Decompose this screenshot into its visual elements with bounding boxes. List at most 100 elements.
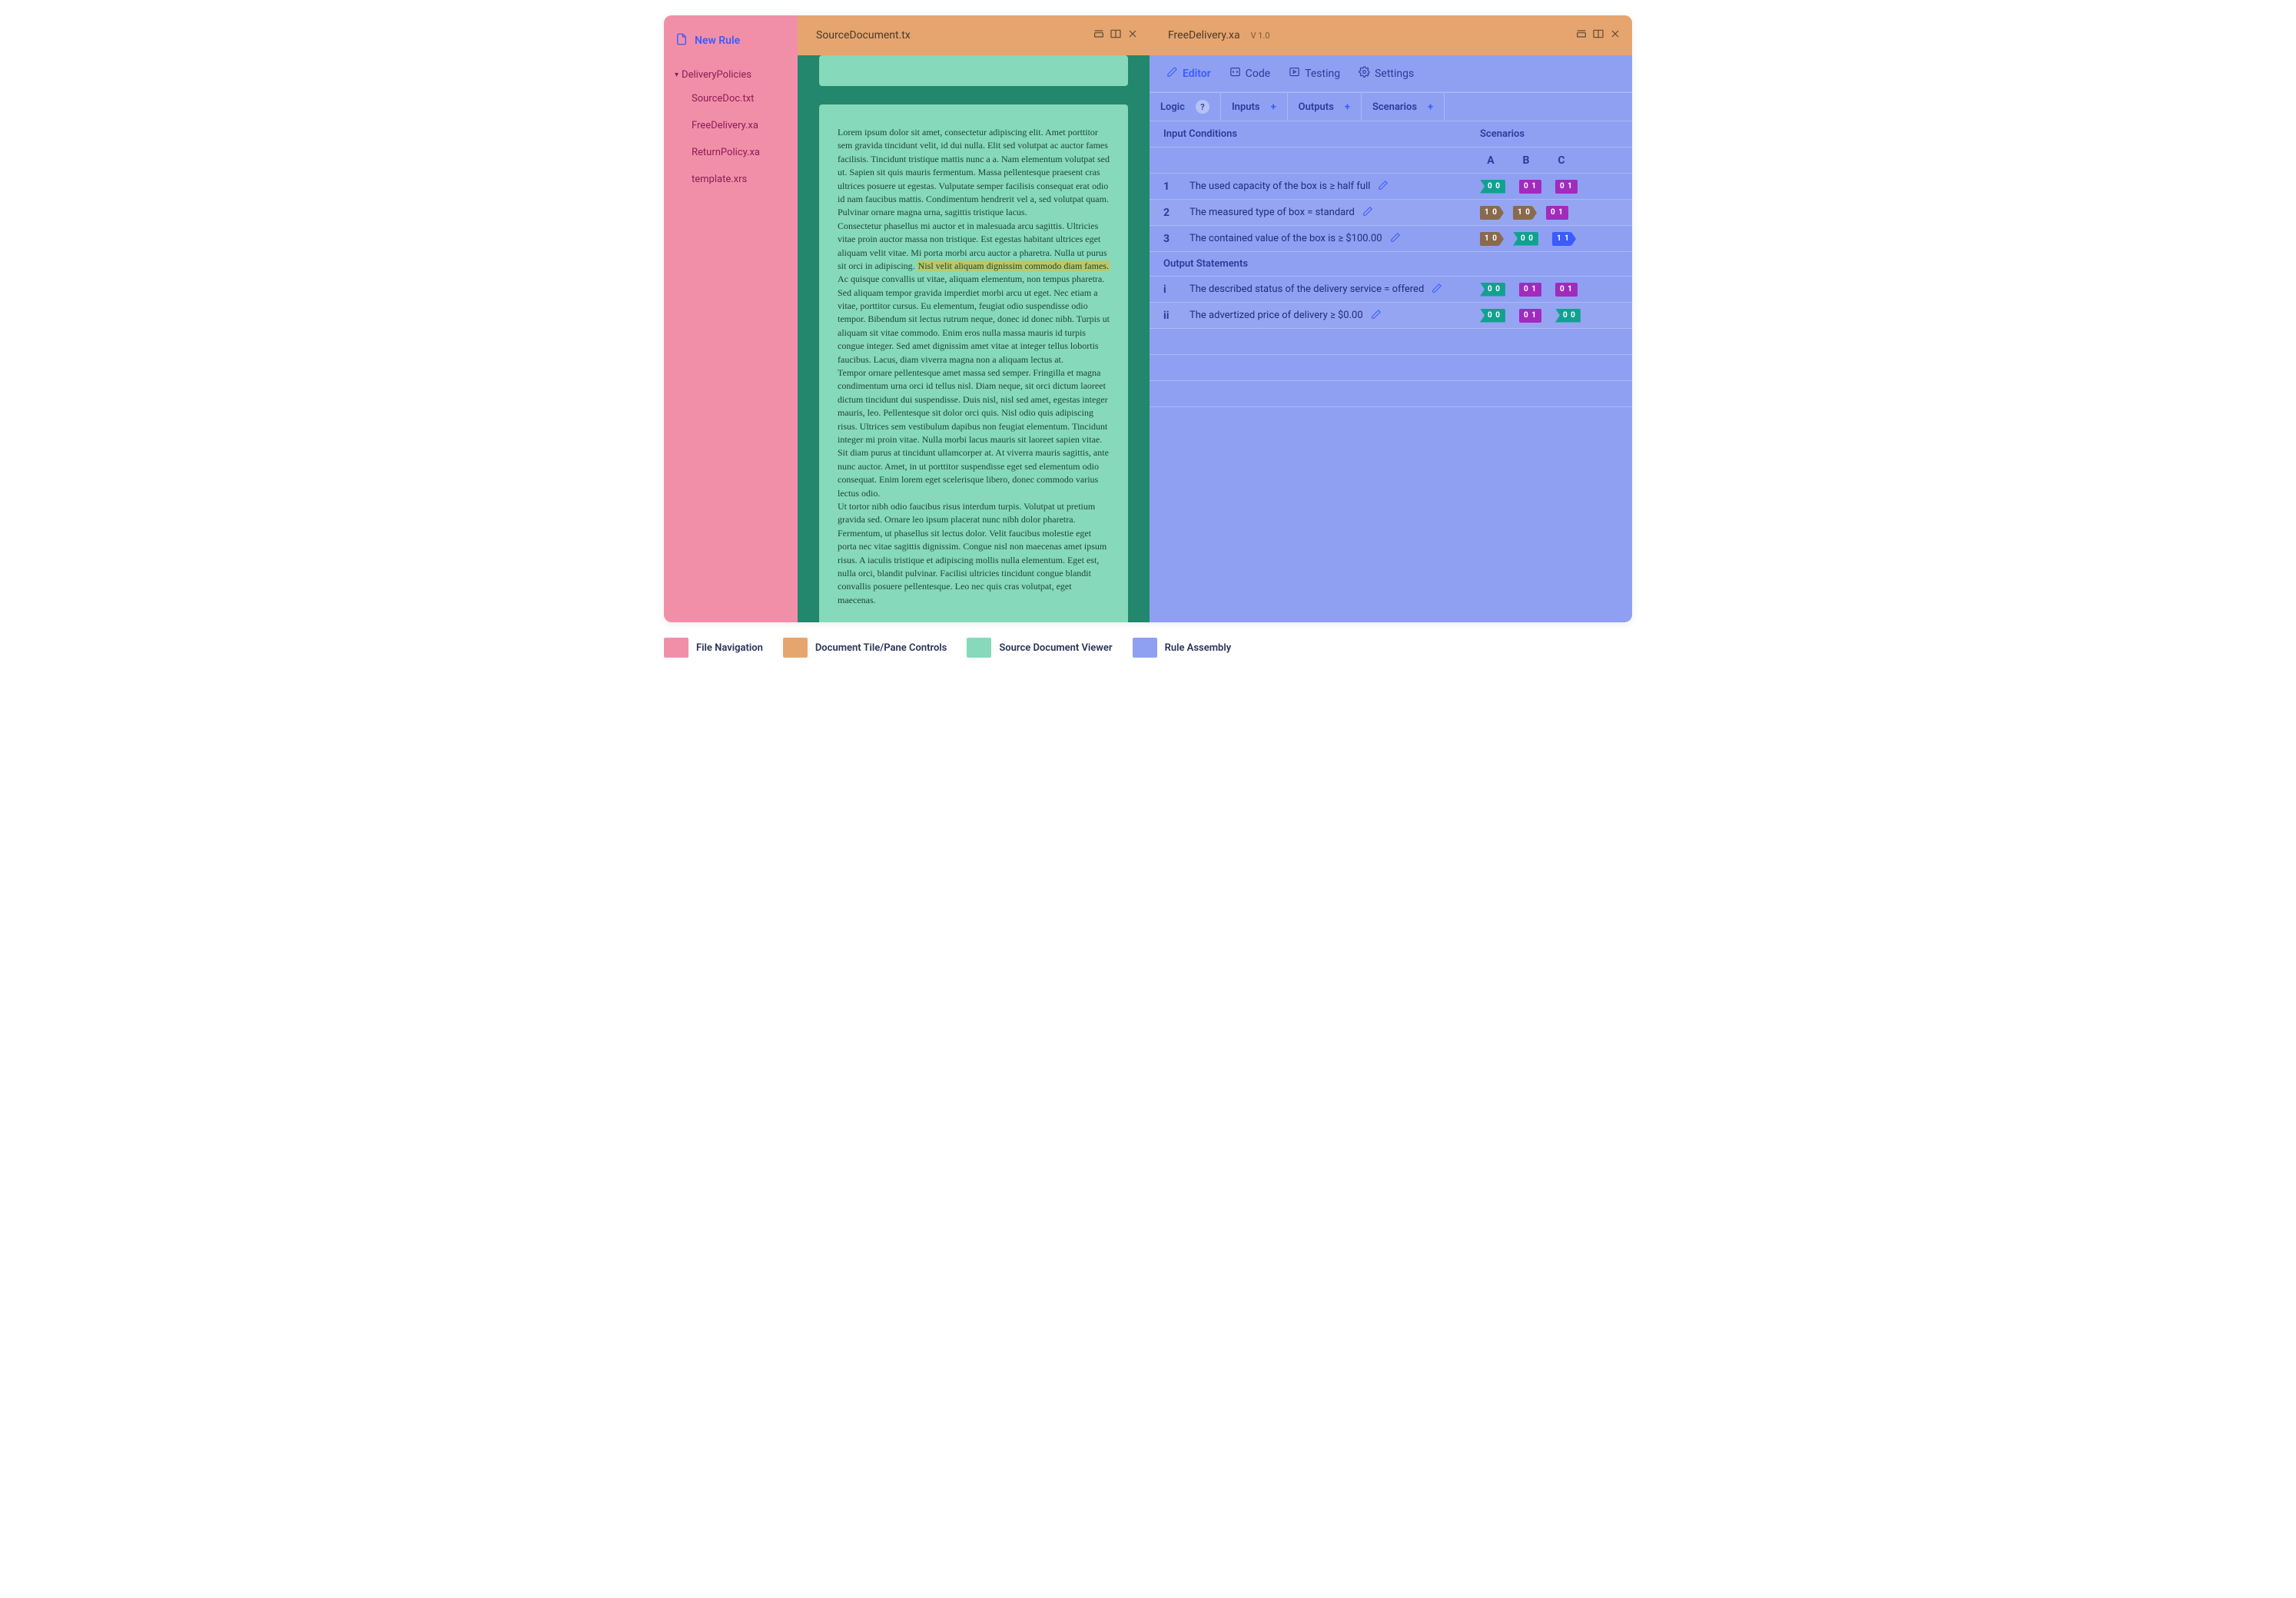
add-scenario-button[interactable]: + (1428, 101, 1433, 113)
minimize-icon[interactable] (1093, 28, 1105, 43)
split-icon[interactable] (1110, 28, 1122, 43)
section-inputs[interactable]: Inputs + (1221, 93, 1288, 121)
scenario-chip[interactable]: 0 1 (1519, 309, 1541, 323)
legend-item: Source Document Viewer (967, 638, 1112, 658)
close-icon[interactable] (1609, 28, 1621, 43)
folder-children: SourceDoc.txt FreeDelivery.xa ReturnPoli… (675, 85, 787, 193)
split-icon[interactable] (1592, 28, 1604, 43)
tab-settings[interactable]: Settings (1359, 63, 1414, 84)
scenario-chip[interactable]: 0 0 (1513, 232, 1538, 246)
doc-paragraph: Consectetur phasellus mi auctor et in ma… (838, 220, 1110, 366)
add-output-button[interactable]: + (1345, 101, 1350, 113)
scenario-chip[interactable]: 1 0 (1513, 206, 1532, 220)
play-icon (1289, 66, 1300, 81)
doc-pane-header: SourceDocument.tx (798, 15, 1150, 55)
folder-delivery-policies[interactable]: ▾ DeliveryPolicies (675, 65, 787, 85)
minimize-icon[interactable] (1575, 28, 1588, 43)
pencil-icon[interactable] (1432, 283, 1442, 297)
source-document-pane: SourceDocument.tx Lorem ipsum dolor sit … (798, 15, 1150, 622)
scenario-chip[interactable]: 1 1 (1552, 232, 1571, 246)
pencil-icon[interactable] (1378, 180, 1389, 194)
pencil-icon[interactable] (1362, 206, 1373, 220)
new-rule-icon (675, 32, 688, 49)
legend-label: Rule Assembly (1165, 642, 1232, 654)
scenario-chip[interactable]: 0 0 (1555, 309, 1581, 323)
doc-page-peek (819, 55, 1128, 86)
section-scenarios[interactable]: Scenarios + (1362, 93, 1445, 121)
tab-editor[interactable]: Editor (1166, 63, 1211, 84)
scenarios-label: Scenarios (1465, 128, 1618, 140)
row-text: The used capacity of the box is ≥ half f… (1189, 180, 1465, 194)
input-rows: 1The used capacity of the box is ≥ half … (1150, 174, 1632, 252)
table-row: 3The contained value of the box is ≥ $10… (1150, 226, 1632, 252)
table-row: 2The measured type of box = standard1 01… (1150, 200, 1632, 226)
scenario-cells: 1 0 0 0 1 1 (1465, 232, 1618, 246)
pencil-icon (1166, 66, 1178, 81)
table-row: 1The used capacity of the box is ≥ half … (1150, 174, 1632, 200)
empty-row (1150, 381, 1632, 407)
scenario-chip[interactable]: 0 1 (1519, 180, 1541, 194)
legend-swatch (664, 638, 688, 658)
doc-title: SourceDocument.tx (816, 29, 1093, 41)
output-rows: iThe described status of the delivery se… (1150, 277, 1632, 329)
legend-swatch (967, 638, 991, 658)
doc-paragraph: Ut tortor nibh odio faucibus risus inter… (838, 500, 1110, 607)
rule-version: V 1.0 (1251, 31, 1270, 41)
file-sourcedoc[interactable]: SourceDoc.txt (692, 85, 787, 112)
table-header-inputs: Input Conditions Scenarios (1150, 121, 1632, 148)
section-outputs[interactable]: Outputs + (1288, 93, 1362, 121)
scenario-cells: 0 0 0 1 0 1 (1465, 283, 1618, 297)
add-input-button[interactable]: + (1271, 101, 1276, 113)
scenario-chip[interactable]: 0 0 (1480, 309, 1505, 323)
legend-label: File Navigation (696, 642, 763, 654)
scenario-chip[interactable]: 0 0 (1480, 180, 1505, 194)
row-index: i (1163, 283, 1189, 296)
output-statements-label: Output Statements (1150, 252, 1632, 277)
new-rule-button[interactable]: New Rule (664, 32, 798, 60)
scenario-cells: 0 0 0 1 0 0 (1465, 309, 1618, 323)
scenario-chip[interactable]: 0 1 (1555, 180, 1578, 194)
file-freedelivery[interactable]: FreeDelivery.xa (692, 112, 787, 139)
scenario-cells: 0 0 0 1 0 1 (1465, 180, 1618, 194)
tab-testing[interactable]: Testing (1289, 63, 1340, 84)
scenario-chip[interactable]: 1 0 (1480, 206, 1499, 220)
pencil-icon[interactable] (1390, 232, 1401, 246)
scenario-chip[interactable]: 0 1 (1555, 283, 1578, 297)
scenario-cells: 1 0 1 0 0 1 (1465, 206, 1618, 220)
file-nav-sidebar: New Rule ▾ DeliveryPolicies SourceDoc.tx… (664, 15, 798, 622)
caret-down-icon: ▾ (675, 71, 679, 79)
row-index: ii (1163, 310, 1189, 322)
rule-assembly-pane: FreeDelivery.xa V 1.0 Editor Code Testin… (1150, 15, 1632, 622)
view-tabs: Editor Code Testing Settings (1150, 55, 1632, 92)
doc-page: Lorem ipsum dolor sit amet, consectetur … (819, 104, 1128, 622)
row-text: The described status of the delivery ser… (1189, 283, 1465, 297)
scenario-chip[interactable]: 0 0 (1480, 283, 1505, 297)
scenario-chip[interactable]: 0 1 (1519, 283, 1541, 297)
pencil-icon[interactable] (1371, 309, 1382, 323)
close-icon[interactable] (1126, 28, 1139, 43)
section-logic[interactable]: Logic ? (1150, 93, 1221, 121)
row-text: The contained value of the box is ≥ $100… (1189, 232, 1465, 246)
rule-section-bar: Logic ? Inputs + Outputs + Scenarios + (1150, 92, 1632, 121)
tab-code[interactable]: Code (1229, 63, 1270, 84)
legend-label: Document Tile/Pane Controls (815, 642, 947, 654)
highlighted-text[interactable]: Nisl velit aliquam dignissim commodo dia… (917, 260, 1110, 271)
row-text: The advertized price of delivery ≥ $0.00 (1189, 309, 1465, 323)
file-returnpolicy[interactable]: ReturnPolicy.xa (692, 139, 787, 166)
doc-scroller[interactable]: Lorem ipsum dolor sit amet, consectetur … (798, 55, 1150, 622)
row-index: 1 (1163, 181, 1189, 193)
file-tree: ▾ DeliveryPolicies SourceDoc.txt FreeDel… (664, 60, 798, 197)
scenario-col-a: A (1480, 154, 1501, 167)
rule-title: FreeDelivery.xa (1168, 29, 1240, 41)
gear-icon (1359, 66, 1370, 81)
scenario-chip[interactable]: 0 1 (1546, 206, 1568, 220)
scenario-columns-header: A B C (1150, 148, 1632, 174)
file-template[interactable]: template.xrs (692, 166, 787, 193)
legend-item: Document Tile/Pane Controls (783, 638, 947, 658)
empty-row (1150, 355, 1632, 381)
help-icon[interactable]: ? (1196, 100, 1209, 114)
scenario-chip[interactable]: 1 0 (1480, 232, 1499, 246)
legend-item: File Navigation (664, 638, 763, 658)
code-icon (1229, 66, 1241, 81)
legend-swatch (783, 638, 808, 658)
